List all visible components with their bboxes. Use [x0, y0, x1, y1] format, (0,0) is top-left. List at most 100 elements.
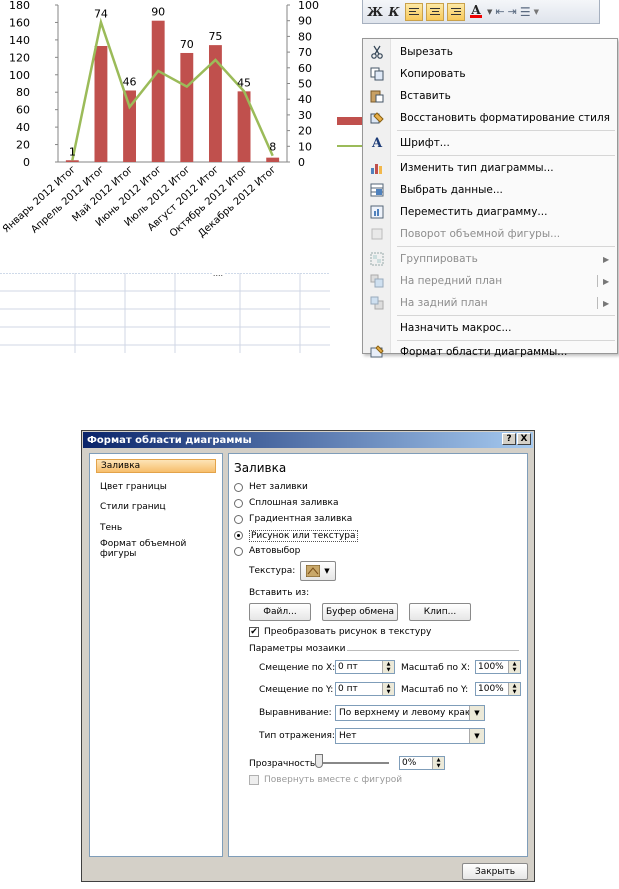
menu-item-label: На передний план [400, 275, 503, 287]
align-center-button[interactable] [426, 2, 444, 21]
menu-item-group[interactable]: Группировать ▶ [363, 248, 617, 270]
offset-y-spinner[interactable]: ▲ ▼ [382, 683, 394, 695]
bullets-icon[interactable]: ☰ [520, 5, 531, 19]
menu-item-cut[interactable]: Вырезать [363, 41, 617, 63]
radio-solid-fill[interactable] [234, 499, 243, 508]
offset-x-input[interactable]: 0 пт ▲ ▼ [335, 660, 395, 674]
menu-item-format-chart-area[interactable]: Формат области диаграммы... [363, 341, 617, 363]
close-x-button[interactable]: X [517, 433, 531, 445]
combo-chart[interactable]: 020406080100120140160180 010203040506070… [0, 0, 330, 272]
category-3d-format[interactable]: Формат объемной фигуры [96, 539, 222, 559]
texture-picker[interactable]: ▼ [300, 561, 336, 581]
menu-item-label: Поворот объемной фигуры... [400, 228, 561, 240]
scale-x-input[interactable]: 100% ▲ ▼ [475, 660, 521, 674]
transparency-input[interactable]: 0% ▲ ▼ [399, 756, 445, 770]
menu-item-select-data[interactable]: Выбрать данные... [363, 179, 617, 201]
format-area-icon [370, 345, 384, 358]
scale-y-spinner[interactable]: ▲ ▼ [508, 683, 520, 695]
mirror-dropdown-icon[interactable]: ▼ [469, 729, 484, 743]
category-border-styles[interactable]: Стили границ [96, 500, 166, 514]
bar[interactable] [94, 45, 108, 162]
menu-item-font[interactable]: A Шрифт... [363, 132, 617, 154]
menu-item-label: Назначить макрос... [400, 322, 512, 334]
data-label: 70 [180, 38, 194, 51]
radio-no-fill[interactable] [234, 483, 243, 492]
offset-y-input[interactable]: 0 пт ▲ ▼ [335, 682, 395, 696]
menu-item-rotate-3d[interactable]: Поворот объемной фигуры... [363, 223, 617, 245]
scale-y-input[interactable]: 100% ▲ ▼ [475, 682, 521, 696]
menu-item-reset-style[interactable]: Восстановить форматирование стиля [363, 107, 617, 129]
bold-button[interactable]: Ж [367, 3, 383, 21]
menu-item-move-chart[interactable]: Переместить диаграмму... [363, 201, 617, 223]
bar[interactable] [65, 160, 79, 162]
decrease-indent-icon[interactable]: ⇤ [495, 5, 504, 18]
bar[interactable] [151, 20, 165, 163]
font-color-button[interactable]: А [468, 3, 484, 21]
bullets-dropdown-icon[interactable]: ▼ [534, 8, 539, 16]
increase-indent-icon[interactable]: ⇥ [508, 5, 517, 18]
close-button[interactable]: Закрыть [462, 863, 528, 880]
transparency-spinner[interactable]: ▲ ▼ [432, 757, 444, 769]
mirror-select[interactable]: Нет ▼ [335, 728, 485, 744]
category-shadow[interactable]: Тень [96, 521, 122, 535]
menu-item-send-back[interactable]: На задний план ▶ [363, 292, 617, 314]
radio-no-fill-label: Нет заливки [249, 482, 308, 492]
mosaic-divider [347, 650, 519, 651]
scale-x-spinner[interactable]: ▲ ▼ [508, 661, 520, 673]
right-axis-tick-label: 80 [298, 30, 312, 43]
texture-dropdown-icon: ▼ [324, 567, 330, 575]
clipboard-button[interactable]: Буфер обмена [322, 603, 398, 621]
category-fill[interactable]: Заливка [96, 459, 216, 473]
convert-texture-checkbox[interactable]: ✔ [249, 627, 259, 637]
radio-picture-texture[interactable] [234, 531, 243, 540]
mosaic-title: Параметры мозаики [249, 644, 346, 654]
font-icon: A [371, 135, 383, 151]
menu-item-copy[interactable]: Копировать [363, 63, 617, 85]
menu-item-bring-front[interactable]: На передний план ▶ [363, 270, 617, 292]
right-axis-tick-label: 90 [298, 15, 312, 28]
radio-gradient-fill[interactable] [234, 515, 243, 524]
font-color-dropdown-icon[interactable]: ▼ [487, 8, 492, 16]
transparency-slider-thumb[interactable] [315, 754, 323, 768]
left-axis-tick-label: 40 [16, 121, 30, 134]
texture-swatch-icon [306, 565, 321, 577]
align-right-button[interactable] [447, 2, 465, 21]
right-axis-tick-label: 100 [298, 0, 319, 12]
offset-y-value: 0 пт [338, 684, 358, 694]
clip-art-button[interactable]: Клип... [409, 603, 471, 621]
rotate-with-shape-label: Повернуть вместе с фигурой [264, 775, 403, 785]
menu-item-label: Группировать [400, 253, 478, 265]
menu-item-change-chart-type[interactable]: Изменить тип диаграммы... [363, 157, 617, 179]
section-title: Заливка [234, 461, 287, 475]
radio-automatic[interactable] [234, 547, 243, 556]
dialog-titlebar[interactable]: Формат области диаграммы [83, 432, 533, 448]
category-border-color[interactable]: Цвет границы [96, 480, 167, 494]
submenu-arrow-icon: ▶ [603, 254, 610, 264]
scale-y-value: 100% [478, 684, 504, 694]
bar[interactable] [266, 157, 280, 162]
rotate-with-shape-checkbox[interactable] [249, 775, 259, 785]
menu-item-assign-macro[interactable]: Назначить макрос... [363, 317, 617, 339]
alignment-dropdown-icon[interactable]: ▼ [469, 706, 484, 720]
menu-separator [397, 246, 615, 247]
chart-type-icon [371, 164, 382, 174]
alignment-select[interactable]: По верхнему и левому краю ▼ [335, 705, 485, 721]
transparency-slider-track[interactable] [315, 762, 389, 764]
file-button[interactable]: Файл... [249, 603, 311, 621]
menu-item-label: На задний план [400, 297, 488, 309]
offset-y-label: Смещение по Y: [259, 685, 334, 695]
dialog-title: Формат области диаграммы [87, 434, 252, 446]
move-chart-icon [370, 205, 384, 219]
menu-item-paste[interactable]: Вставить [363, 85, 617, 107]
right-axis-tick-label: 0 [298, 156, 305, 169]
help-button[interactable]: ? [502, 433, 516, 445]
right-axis-tick-label: 30 [298, 109, 312, 122]
reset-style-icon [370, 112, 384, 124]
italic-button[interactable]: К [386, 3, 402, 21]
select-data-icon [370, 183, 384, 197]
worksheet-grid: .... [0, 273, 330, 353]
align-left-button[interactable] [405, 2, 423, 21]
offset-x-spinner[interactable]: ▲ ▼ [382, 661, 394, 673]
split-divider [597, 275, 598, 287]
bar[interactable] [180, 52, 194, 162]
